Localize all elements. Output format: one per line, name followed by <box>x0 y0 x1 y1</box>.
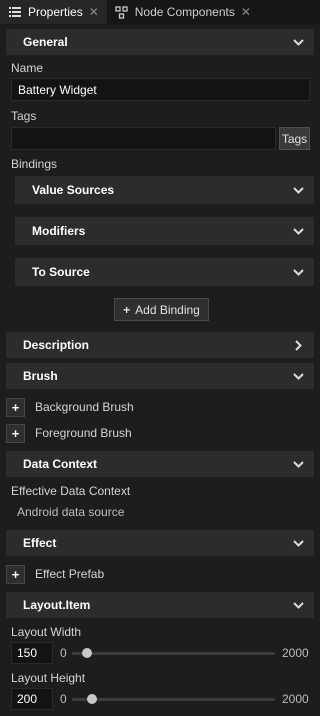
chevron-down-icon <box>292 370 304 382</box>
foreground-brush-row: + Foreground Brush <box>6 423 132 443</box>
foreground-brush-label: Foreground Brush <box>35 426 132 440</box>
add-background-brush-button[interactable]: + <box>6 397 25 417</box>
section-description[interactable]: Description <box>6 332 314 358</box>
section-general-title: General <box>23 35 68 49</box>
effective-data-context-label: Effective Data Context <box>11 484 131 498</box>
close-icon[interactable]: ✕ <box>89 5 99 19</box>
layout-height-min: 0 <box>60 692 67 706</box>
chevron-right-icon <box>292 339 304 351</box>
tags-button[interactable]: Tags <box>279 127 310 150</box>
section-brush[interactable]: Brush <box>6 363 314 389</box>
value-sources-title: Value Sources <box>32 183 115 197</box>
chevron-down-icon <box>292 36 304 48</box>
chevron-down-icon <box>292 458 304 470</box>
layout-height-input[interactable]: 200 <box>11 688 53 710</box>
effect-prefab-label: Effect Prefab <box>35 567 105 581</box>
effect-prefab-row: + Effect Prefab <box>6 564 104 584</box>
section-data-context[interactable]: Data Context <box>6 451 314 477</box>
layout-width-label: Layout Width <box>11 625 82 639</box>
tab-properties-label: Properties <box>28 5 83 19</box>
add-binding-button[interactable]: + Add Binding <box>114 298 209 321</box>
add-binding-label: Add Binding <box>135 302 200 317</box>
effective-data-context-value: Android data source <box>17 505 125 519</box>
chevron-down-icon <box>292 537 304 549</box>
layout-height-label: Layout Height <box>11 671 86 685</box>
layout-width-track[interactable] <box>72 652 275 655</box>
add-effect-prefab-button[interactable]: + <box>6 564 25 584</box>
layout-height-track[interactable] <box>72 698 275 701</box>
section-layout-item[interactable]: Layout.Item <box>6 592 314 618</box>
section-layout-item-title: Layout.Item <box>23 598 91 612</box>
add-foreground-brush-button[interactable]: + <box>6 423 25 443</box>
modifiers-header[interactable]: Modifiers <box>15 217 314 245</box>
section-general[interactable]: General <box>6 29 314 55</box>
to-source-title: To Source <box>32 265 90 279</box>
layout-width-slider-thumb[interactable] <box>82 648 93 658</box>
tags-label: Tags <box>11 109 37 123</box>
plus-icon: + <box>123 302 131 317</box>
name-label: Name <box>11 61 44 75</box>
tab-bar: Properties ✕ Node Components ✕ <box>0 0 320 24</box>
list-icon <box>8 5 22 19</box>
layout-width-input[interactable]: 150 <box>11 642 53 664</box>
chevron-down-icon <box>292 599 304 611</box>
layout-width-min: 0 <box>60 646 67 660</box>
modifiers-title: Modifiers <box>32 224 86 238</box>
components-icon <box>115 5 129 19</box>
section-effect[interactable]: Effect <box>6 530 314 556</box>
section-data-context-title: Data Context <box>23 457 98 471</box>
section-description-title: Description <box>23 338 90 352</box>
tab-properties[interactable]: Properties ✕ <box>0 0 107 24</box>
chevron-down-icon <box>292 184 304 196</box>
layout-height-max: 2000 <box>282 692 309 706</box>
tab-node-components[interactable]: Node Components ✕ <box>107 0 259 24</box>
name-field[interactable]: Battery Widget <box>11 78 310 101</box>
layout-height-slider-thumb[interactable] <box>87 694 98 704</box>
value-sources-header[interactable]: Value Sources <box>15 176 314 204</box>
section-brush-title: Brush <box>23 369 58 383</box>
close-icon[interactable]: ✕ <box>241 5 251 19</box>
tab-node-components-label: Node Components <box>134 5 235 19</box>
tags-field[interactable] <box>11 127 276 150</box>
chevron-down-icon <box>292 266 304 278</box>
background-brush-label: Background Brush <box>35 400 134 414</box>
bindings-label: Bindings <box>11 157 58 171</box>
background-brush-row: + Background Brush <box>6 397 134 417</box>
layout-width-max: 2000 <box>282 646 309 660</box>
section-effect-title: Effect <box>23 536 57 550</box>
chevron-down-icon <box>292 225 304 237</box>
to-source-header[interactable]: To Source <box>15 258 314 286</box>
